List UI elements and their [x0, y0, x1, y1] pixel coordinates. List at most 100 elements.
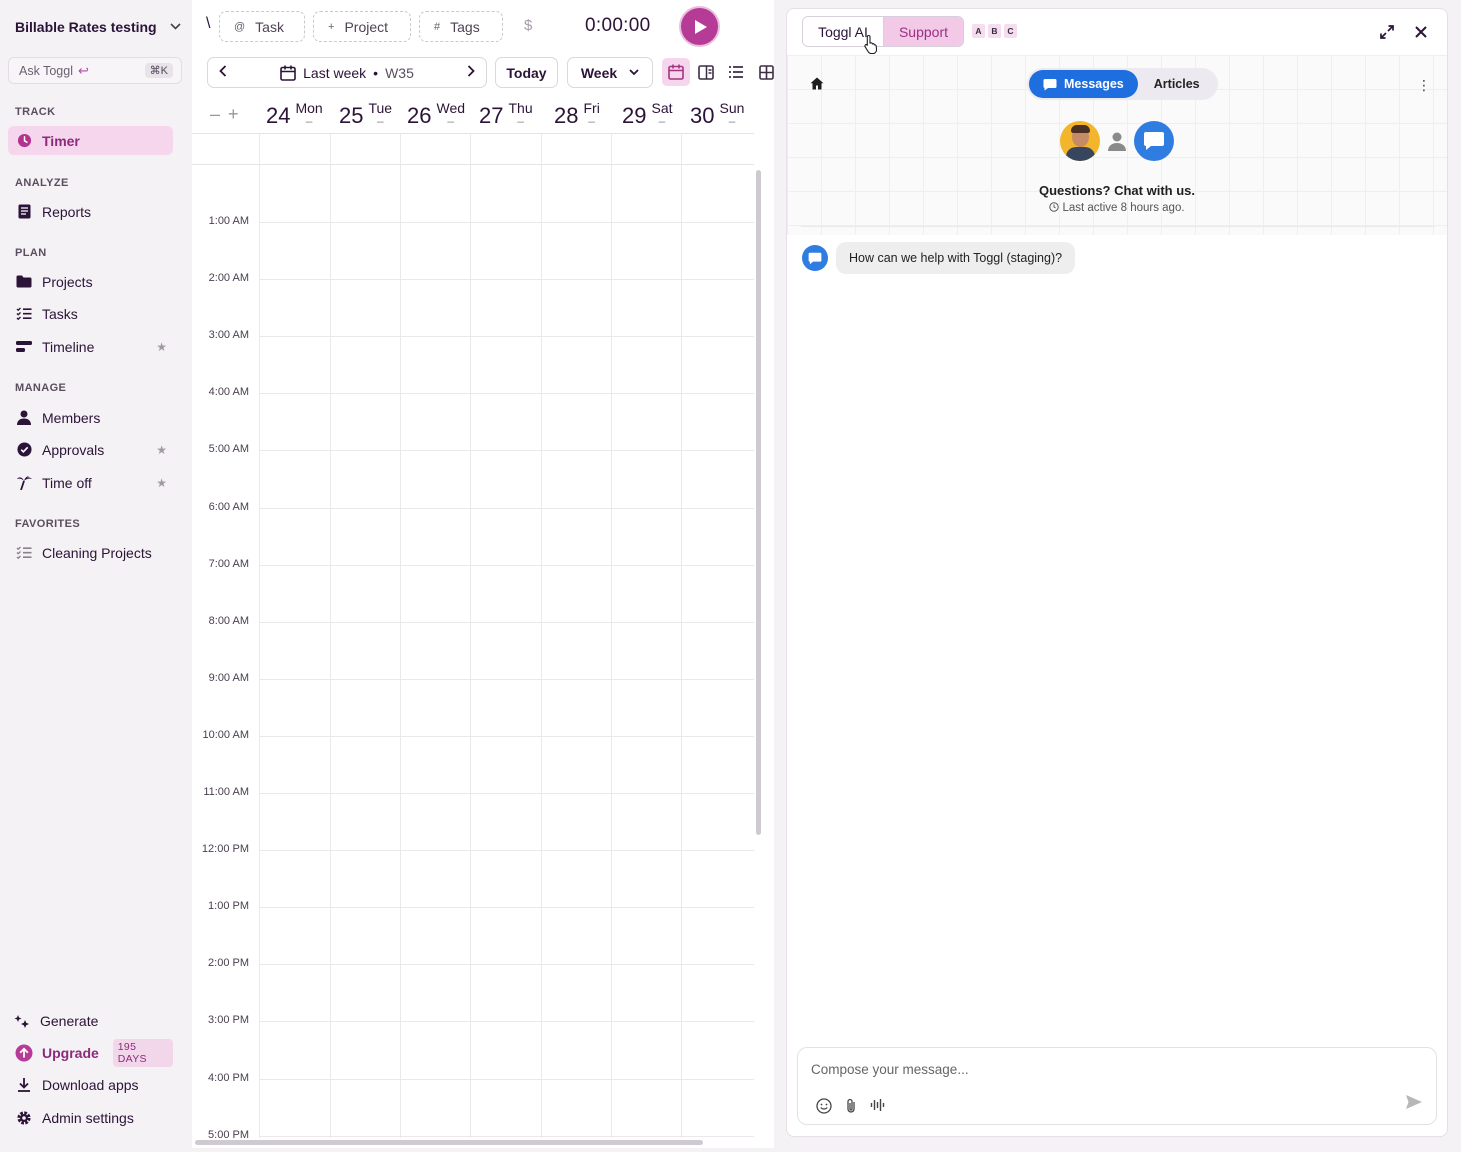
- star-icon[interactable]: ★: [156, 476, 167, 490]
- hour-line: [260, 907, 754, 908]
- day-total: –: [728, 114, 736, 128]
- upgrade-button[interactable]: Upgrade 195 DAYS: [8, 1038, 173, 1067]
- day-name-col: Fri –: [583, 99, 599, 127]
- week-grid[interactable]: 1:00 AM 2:00 AM 3:00 AM 4:00 AM 5:00 AM 6:00 …: [192, 133, 754, 1138]
- hash-icon: #: [434, 20, 441, 33]
- emoji-icon: [816, 1098, 832, 1114]
- expand-button[interactable]: [1377, 22, 1397, 42]
- palm-tree-icon: [15, 475, 33, 491]
- sidebar-item-reports[interactable]: Reports: [8, 197, 173, 226]
- compose-box[interactable]: Compose your message...: [797, 1047, 1437, 1125]
- support-panel: Toggl AI Support A B C Messages Articles…: [786, 8, 1448, 1137]
- emoji-button[interactable]: [816, 1098, 832, 1119]
- day-name-col: Tue –: [368, 99, 392, 128]
- star-icon[interactable]: ★: [156, 443, 167, 457]
- more-options-icon[interactable]: ⋮: [1417, 77, 1431, 94]
- tab-support[interactable]: Support: [883, 17, 963, 46]
- hour-line: [260, 222, 754, 223]
- day-name-col: Sun –: [719, 99, 744, 128]
- hour-line: [260, 450, 754, 451]
- admin-settings-button[interactable]: Admin settings: [8, 1103, 173, 1132]
- voice-button[interactable]: [870, 1098, 886, 1119]
- calendar-view-button[interactable]: [662, 58, 690, 86]
- date-range-label[interactable]: Last week • W35: [238, 65, 456, 81]
- chat-bubble-icon: [1144, 132, 1164, 150]
- hour-line: [260, 393, 754, 394]
- ask-toggl-input[interactable]: Ask Toggl ↩ ⌘K: [8, 57, 182, 84]
- billable-toggle[interactable]: $: [524, 17, 532, 34]
- section-plan: PLAN: [15, 247, 47, 259]
- day-column-divider: [611, 133, 612, 1138]
- day-number: 27: [479, 103, 504, 128]
- section-favorites: FAVORITES: [15, 518, 81, 530]
- columns-icon: [698, 64, 714, 80]
- day-name-col: Thu –: [508, 99, 532, 127]
- home-icon: [810, 77, 824, 90]
- star-icon[interactable]: ★: [156, 340, 167, 354]
- time-label: 12:00 PM: [201, 843, 249, 855]
- time-label: 2:00 AM: [208, 272, 249, 284]
- day-number: 30: [690, 103, 715, 128]
- day-header: 30 Sun –: [690, 99, 744, 129]
- chevron-right-icon: [467, 65, 475, 77]
- sidebar-item-label: Admin settings: [42, 1109, 134, 1126]
- sidebar-item-cleaning-projects[interactable]: Cleaning Projects: [8, 538, 173, 567]
- zoom-in-button[interactable]: +: [228, 104, 247, 124]
- close-button[interactable]: [1411, 22, 1431, 42]
- view-select[interactable]: Week: [567, 57, 653, 88]
- last-active-text: Last active 8 hours ago.: [1062, 202, 1185, 214]
- tags-button[interactable]: # Tags: [419, 11, 503, 42]
- day-column-divider: [681, 133, 682, 1138]
- next-week-button[interactable]: [456, 65, 486, 80]
- send-button[interactable]: [1405, 1094, 1423, 1115]
- list-view-button[interactable]: [722, 58, 750, 86]
- tab-articles[interactable]: Articles: [1138, 70, 1216, 98]
- generate-button[interactable]: Generate: [8, 1006, 173, 1035]
- vertical-scrollbar[interactable]: [756, 170, 761, 835]
- sidebar-item-approvals[interactable]: Approvals ★: [8, 435, 173, 464]
- send-icon: [1406, 1095, 1422, 1109]
- timesheet-view-button[interactable]: [752, 58, 780, 86]
- attach-button[interactable]: [845, 1098, 857, 1119]
- calendar-icon: [668, 64, 684, 80]
- workspace-switcher[interactable]: Billable Rates testing: [15, 18, 185, 36]
- hour-line: [260, 964, 754, 965]
- horizontal-scrollbar[interactable]: [195, 1140, 703, 1145]
- play-icon: [695, 19, 707, 34]
- zoom-out-button[interactable]: –: [210, 104, 228, 124]
- hour-line: [260, 279, 754, 280]
- download-apps-button[interactable]: Download apps: [8, 1070, 173, 1099]
- sidebar-item-time-off[interactable]: Time off ★: [8, 468, 173, 497]
- grid-icon: [758, 64, 774, 80]
- prev-week-button[interactable]: [208, 65, 238, 80]
- sidebar-item-tasks[interactable]: Tasks: [8, 299, 173, 328]
- range-separator: •: [373, 64, 379, 81]
- sidebar-item-timeline[interactable]: Timeline ★: [8, 332, 173, 361]
- tab-messages[interactable]: Messages: [1029, 70, 1138, 98]
- day-header: 24 Mon –: [266, 99, 323, 129]
- trial-days-badge: 195 DAYS: [112, 1038, 173, 1067]
- sidebar-item-members[interactable]: Members: [8, 403, 173, 432]
- day-header: 29 Sat –: [622, 99, 673, 129]
- project-button[interactable]: + Project: [313, 11, 411, 42]
- day-total: –: [305, 114, 313, 128]
- plus-icon: +: [328, 20, 335, 33]
- today-button[interactable]: Today: [495, 57, 558, 88]
- day-total: –: [376, 114, 384, 128]
- start-timer-button[interactable]: [681, 8, 718, 45]
- calendar-pane: \ @ Task + Project # Tags $ 0:00:00 Last…: [192, 0, 774, 1148]
- split-view-button[interactable]: [692, 58, 720, 86]
- home-button[interactable]: [810, 77, 824, 95]
- checklist-icon: [15, 306, 33, 322]
- section-analyze: ANALYZE: [15, 177, 69, 189]
- sidebar-item-timer[interactable]: Timer: [8, 126, 173, 155]
- compose-input[interactable]: Compose your message...: [811, 1062, 969, 1077]
- task-button[interactable]: @ Task: [219, 11, 305, 42]
- badge-b: B: [988, 24, 1001, 38]
- ask-toggl-label: Ask Toggl: [19, 63, 73, 78]
- day-number: 28: [554, 103, 579, 128]
- arrow-up-circle-icon: [15, 1044, 33, 1061]
- tab-messages-label: Messages: [1064, 77, 1124, 91]
- description-input-edge[interactable]: \: [206, 15, 210, 33]
- sidebar-item-projects[interactable]: Projects: [8, 267, 173, 296]
